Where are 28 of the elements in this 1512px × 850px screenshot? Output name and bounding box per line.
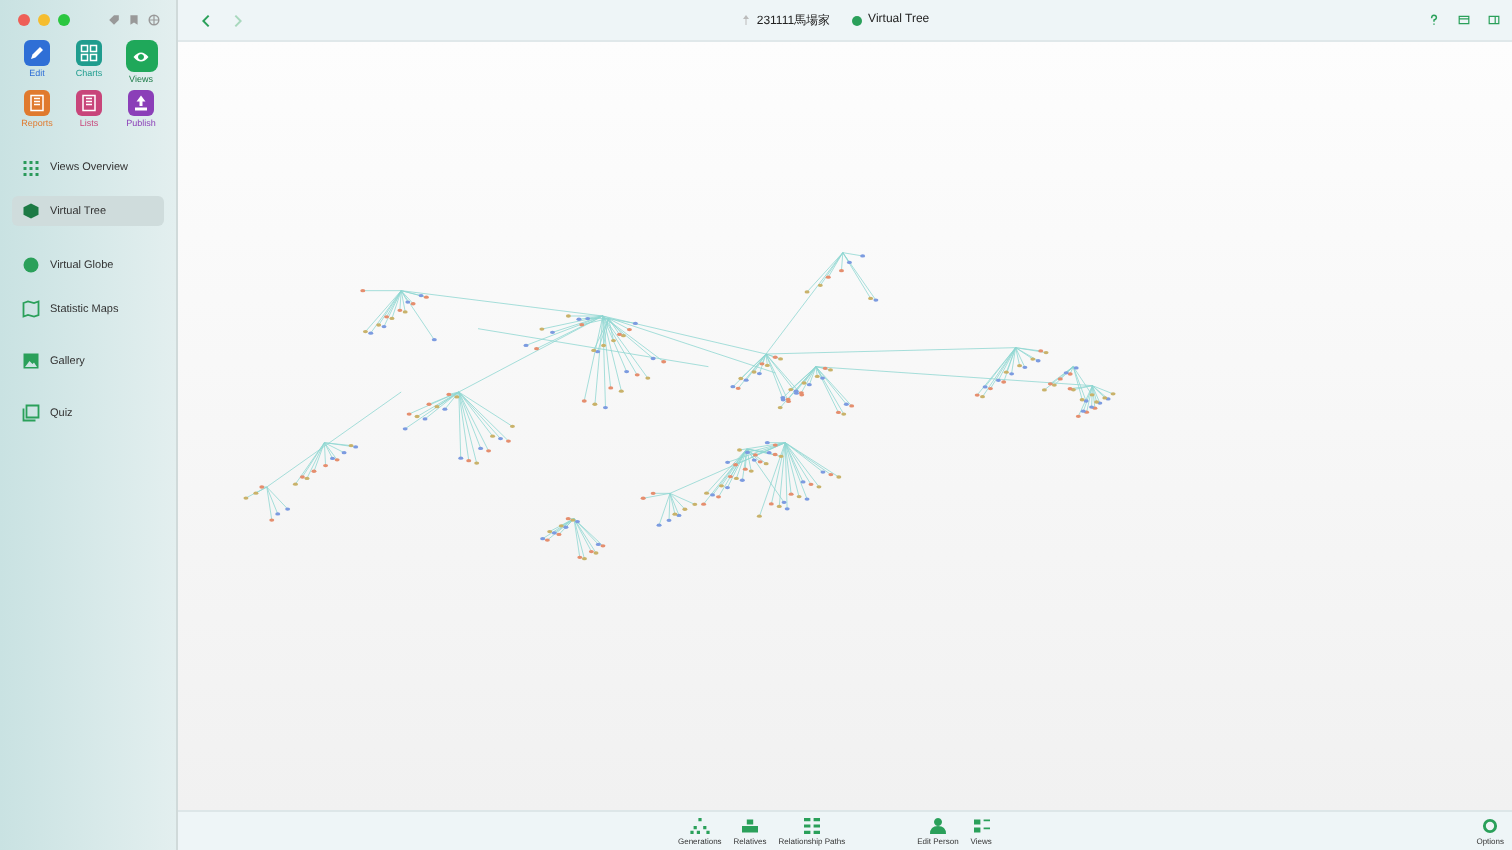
picture-icon (22, 352, 40, 370)
status-dot (852, 15, 863, 25)
eye-icon (132, 47, 150, 65)
window-icon[interactable] (1458, 14, 1470, 26)
sidebar-toggle-icon[interactable] (1488, 14, 1500, 26)
document-icon (28, 94, 46, 112)
forward-button[interactable] (230, 13, 246, 27)
zoom-button[interactable] (58, 14, 70, 26)
minimize-button[interactable] (38, 14, 50, 26)
help-icon[interactable] (1428, 14, 1440, 26)
list-icon (80, 94, 98, 112)
list-icon (971, 817, 992, 833)
cards-icon (22, 404, 40, 422)
close-button[interactable] (18, 14, 30, 26)
ring-icon (1482, 817, 1499, 833)
grid-icon (80, 44, 98, 62)
tag-icon[interactable] (108, 14, 120, 26)
pencil-icon (28, 44, 46, 62)
map-icon (22, 300, 40, 318)
bookmark-icon[interactable] (128, 14, 140, 26)
back-button[interactable] (198, 13, 214, 27)
grid-icon (22, 158, 40, 176)
grid-icon (801, 817, 822, 833)
cube-icon (22, 202, 40, 220)
upload-icon (132, 94, 150, 112)
tree-nodes-icon (689, 817, 710, 833)
people-icon (740, 817, 761, 833)
person-icon (927, 817, 948, 833)
